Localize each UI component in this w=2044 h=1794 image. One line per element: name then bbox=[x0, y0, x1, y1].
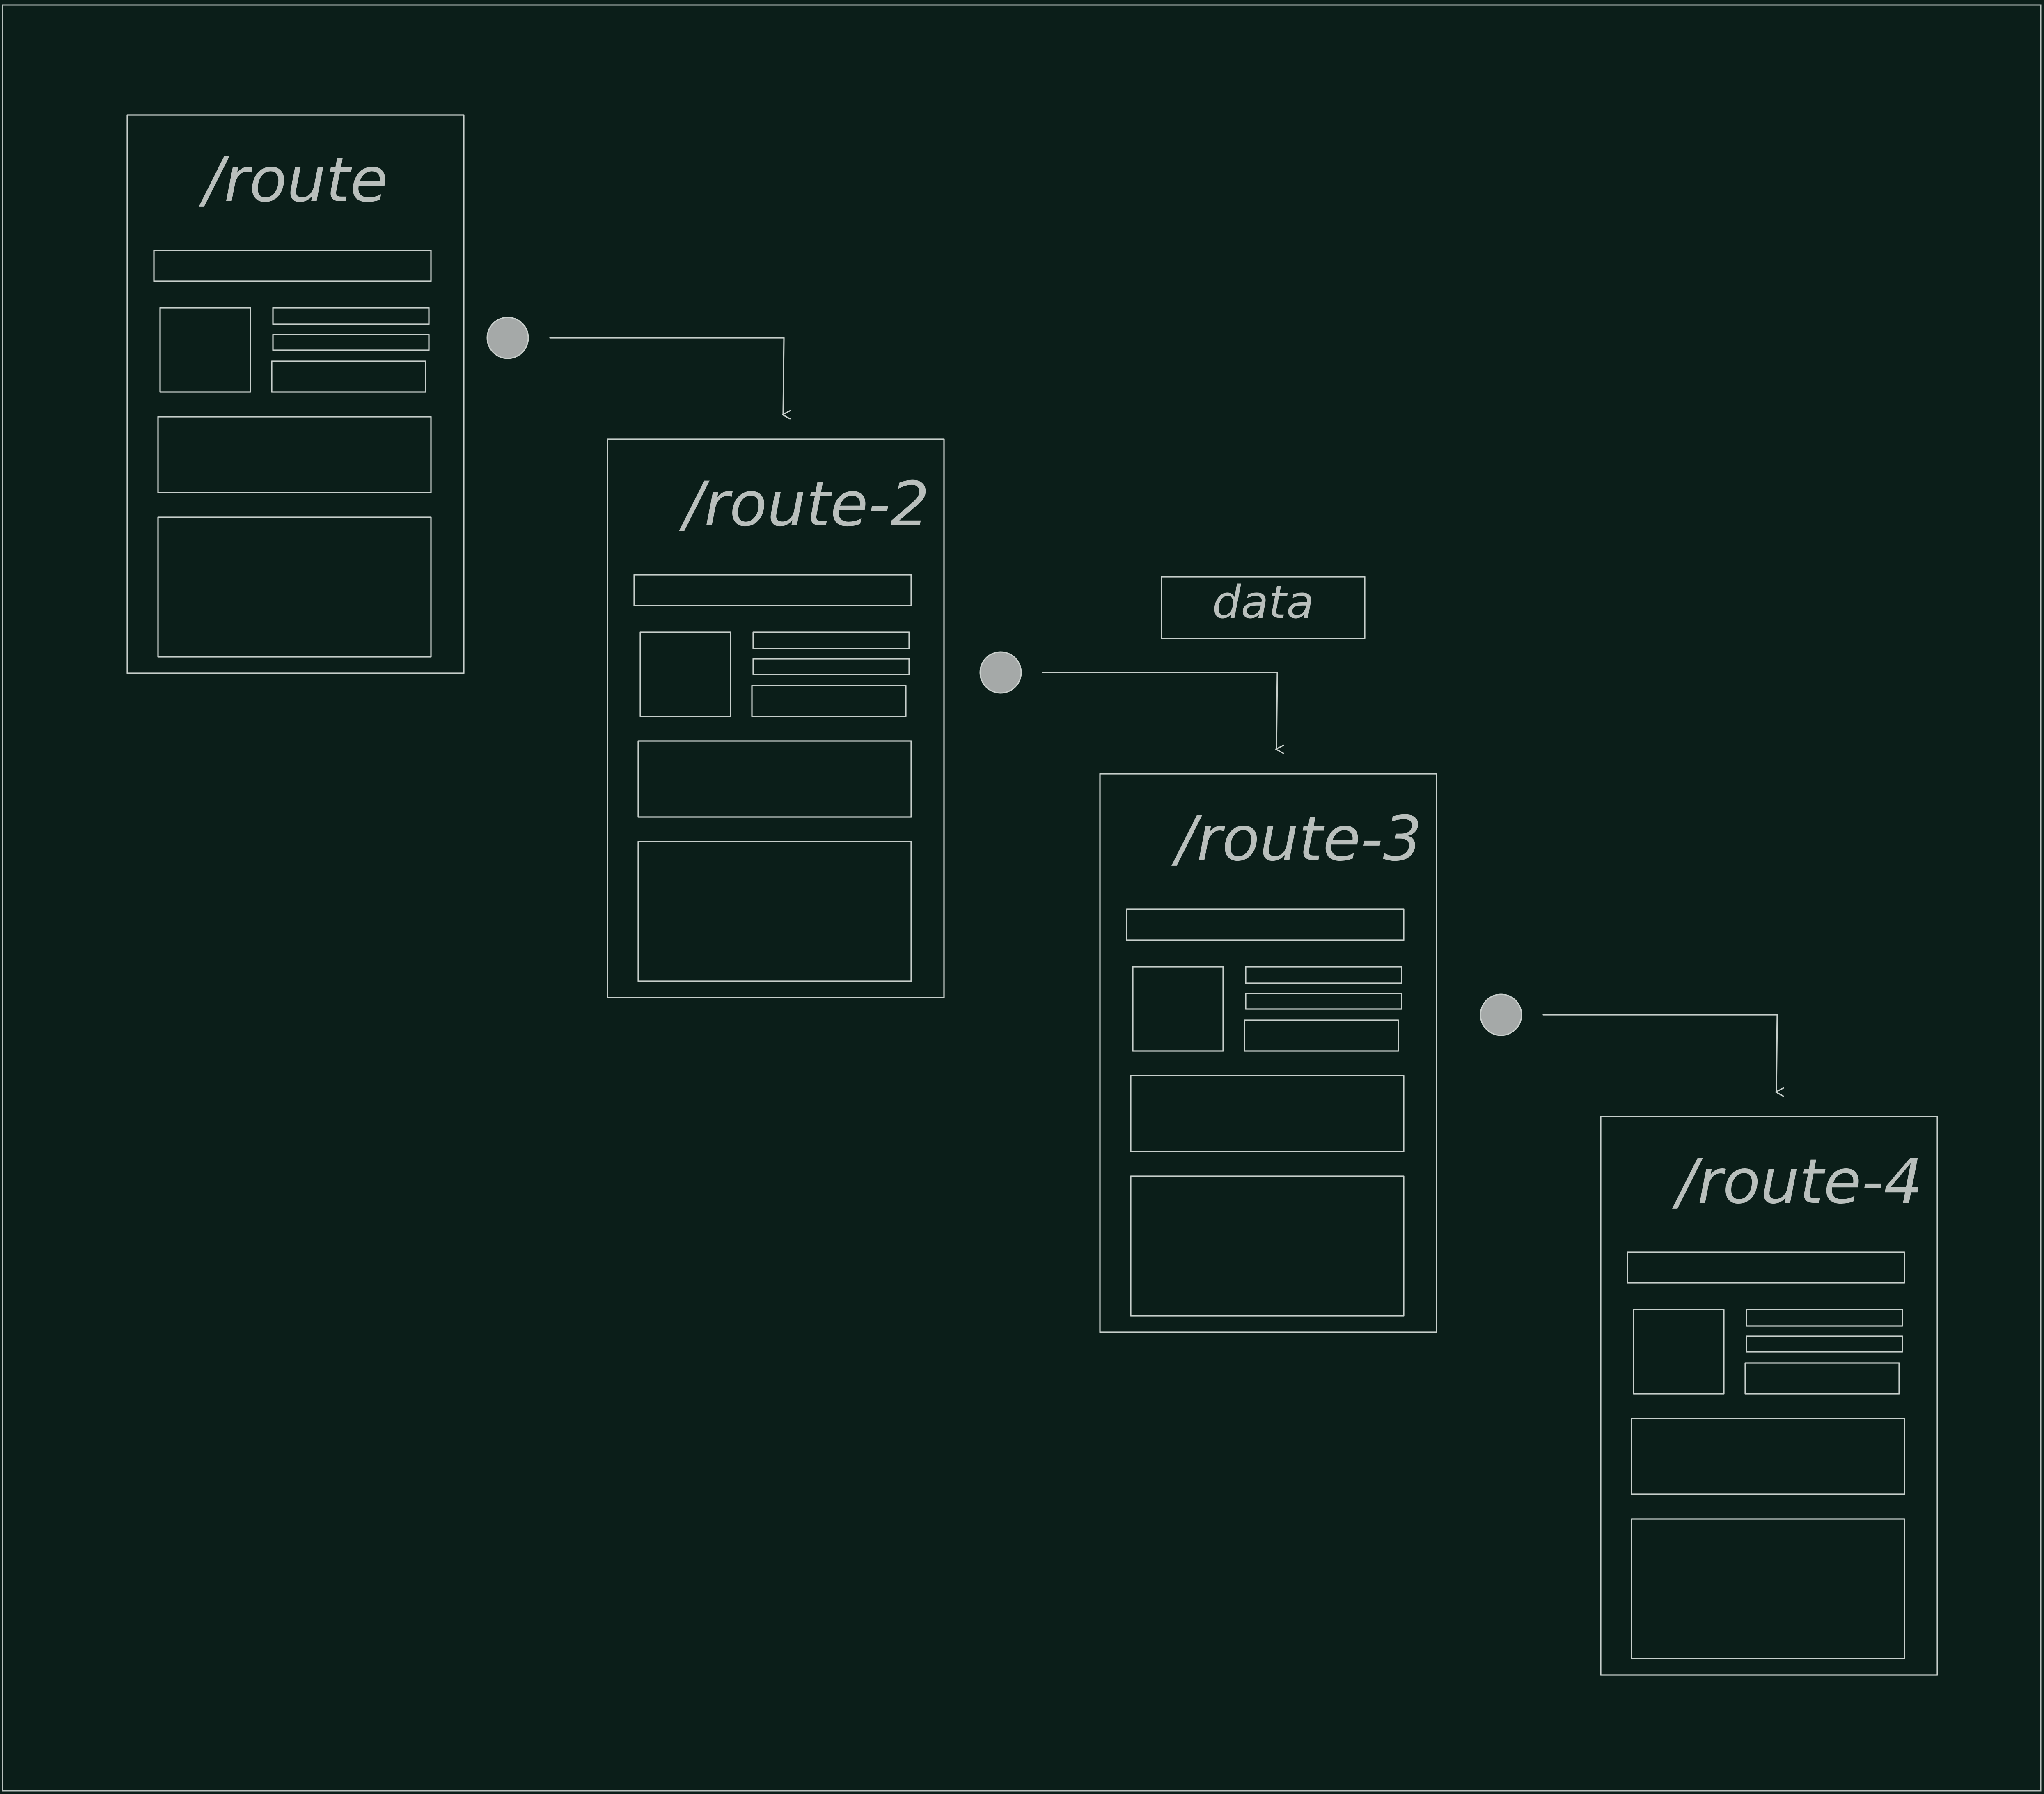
connection-handle[interactable] bbox=[1480, 993, 1522, 1036]
wireframe-text-line-1 bbox=[752, 631, 910, 649]
route-card-4: /route-4 bbox=[1600, 1116, 1938, 1676]
edge-route-1-to-route-2 bbox=[486, 317, 791, 420]
wireframe-header-bar bbox=[1126, 908, 1405, 941]
wireframe-text-line-2 bbox=[752, 658, 910, 675]
wireframe-text-line-2 bbox=[1746, 1335, 1903, 1353]
route-card-3: /route-3 bbox=[1099, 773, 1437, 1333]
wireframe-text-line-2 bbox=[1245, 993, 1402, 1010]
wireframe-header-bar bbox=[1627, 1251, 1905, 1284]
wireframe-image-placeholder bbox=[1633, 1309, 1725, 1395]
edge-route-2-to-route-3: data bbox=[979, 576, 1366, 754]
wireframe-footer-block bbox=[637, 841, 912, 982]
route-title: /route-2 bbox=[679, 469, 930, 540]
canvas-border bbox=[2, 4, 2042, 1792]
wireframe-content-block bbox=[157, 416, 432, 493]
wireframe-text-block bbox=[1744, 1362, 1900, 1395]
diagram-canvas: /route/route-2/route-3/route-4 data bbox=[2, 4, 2042, 1792]
wireframe-footer-block bbox=[157, 516, 432, 658]
connection-handle[interactable] bbox=[979, 651, 1022, 694]
edge-label: data bbox=[1212, 576, 1314, 629]
route-title: /route bbox=[199, 145, 388, 216]
route-card-2: /route-2 bbox=[607, 438, 945, 998]
wireframe-text-block bbox=[271, 360, 426, 393]
wireframe-text-block bbox=[1244, 1019, 1399, 1052]
edge-arrow bbox=[1542, 1014, 1784, 1097]
route-title: /route-3 bbox=[1171, 803, 1422, 875]
connection-handle[interactable] bbox=[486, 317, 529, 359]
wireframe-header-bar bbox=[633, 574, 912, 606]
wireframe-text-line-1 bbox=[1746, 1309, 1903, 1327]
wireframe-text-line-1 bbox=[1245, 966, 1402, 984]
wireframe-header-bar bbox=[153, 250, 432, 282]
route-cards: /route/route-2/route-3/route-4 bbox=[126, 114, 1938, 1676]
edge-route-3-to-route-4 bbox=[1480, 993, 1784, 1097]
wireframe-footer-block bbox=[1130, 1175, 1405, 1317]
wireframe-content-block bbox=[637, 740, 912, 818]
wireframe-text-line-1 bbox=[272, 307, 430, 325]
wireframe-content-block bbox=[1130, 1075, 1405, 1152]
wireframe-text-block bbox=[751, 685, 907, 717]
wireframe-content-block bbox=[1631, 1418, 1905, 1495]
wireframe-image-placeholder bbox=[1132, 966, 1224, 1052]
wireframe-image-placeholder bbox=[159, 307, 251, 393]
wireframe-footer-block bbox=[1631, 1518, 1905, 1659]
wireframe-text-line-2 bbox=[272, 334, 430, 351]
edge-arrow bbox=[549, 337, 791, 420]
route-card-1: /route bbox=[126, 114, 465, 674]
edge-arrow bbox=[1042, 672, 1284, 754]
wireframe-image-placeholder bbox=[639, 631, 731, 717]
route-title: /route-4 bbox=[1672, 1146, 1923, 1218]
